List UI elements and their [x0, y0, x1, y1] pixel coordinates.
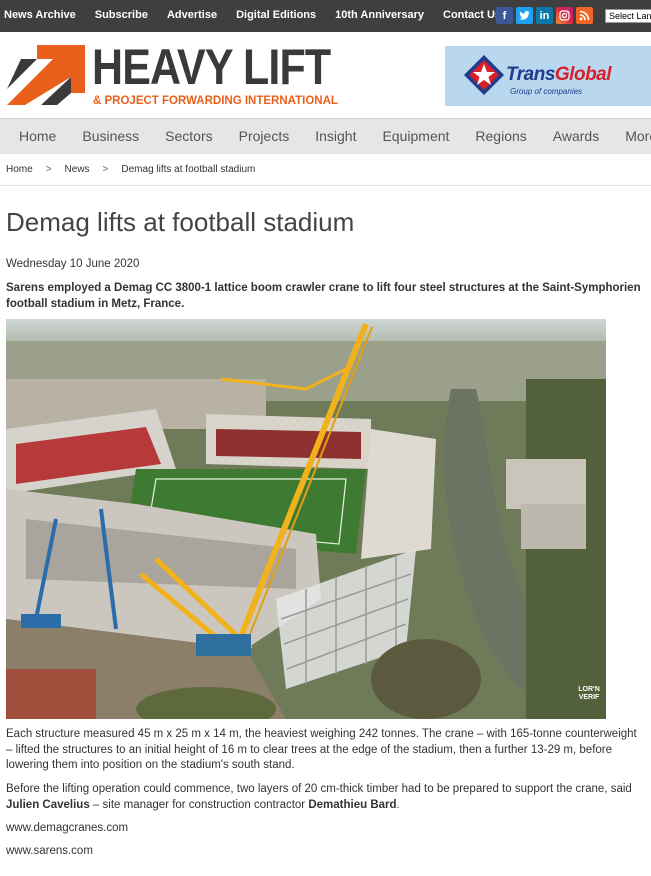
p2-text-start: Before the lifting operation could comme…	[6, 783, 632, 795]
top-link-subscribe[interactable]: Subscribe	[95, 9, 148, 21]
nav-item-projects[interactable]: Projects	[226, 119, 303, 155]
twitter-icon[interactable]	[516, 7, 533, 24]
breadcrumb-news[interactable]: News	[65, 164, 90, 175]
breadcrumb-current: Demag lifts at football stadium	[121, 164, 256, 175]
facebook-icon[interactable]: f	[496, 7, 513, 24]
transglobal-logo-icon	[464, 55, 504, 95]
top-link-news-archive[interactable]: News Archive	[4, 9, 76, 21]
breadcrumb-separator: >	[45, 164, 52, 175]
breadcrumb-separator: >	[102, 164, 109, 175]
photo-credit: LOR'N VERIF	[578, 686, 600, 701]
article-photo: LOR'N VERIF	[6, 319, 606, 719]
nav-item-regions[interactable]: Regions	[462, 119, 539, 155]
nav-item-sectors[interactable]: Sectors	[152, 119, 225, 155]
top-bar: News Archive Subscribe Advertise Digital…	[0, 0, 651, 32]
nav-item-awards[interactable]: Awards	[540, 119, 612, 155]
p2-person-name: Julien Cavelius	[6, 798, 90, 811]
link-demagcranes[interactable]: www.demagcranes.com	[6, 822, 128, 834]
linkedin-icon[interactable]: in	[536, 7, 553, 24]
link-sarens[interactable]: www.sarens.com	[6, 845, 93, 857]
p2-text-end: .	[396, 798, 400, 811]
transglobal-ad-banner[interactable]: TransGlobal Group of companies	[445, 46, 651, 106]
nav-item-home[interactable]: Home	[0, 119, 69, 155]
logo-mark-icon[interactable]	[7, 45, 85, 105]
ad-tagline: Group of companies	[510, 87, 583, 96]
top-link-advertise[interactable]: Advertise	[167, 9, 217, 21]
site-header: HEAVY LIFT & PROJECT FORWARDING INTERNAT…	[0, 32, 651, 118]
article-standfirst: Sarens employed a Demag CC 3800-1 lattic…	[6, 282, 641, 310]
logo-subtitle: & PROJECT FORWARDING INTERNATIONAL	[93, 95, 338, 107]
logo-title[interactable]: HEAVY LIFT	[92, 42, 331, 92]
social-icons: f in	[496, 7, 593, 24]
nav-item-insight[interactable]: Insight	[302, 119, 369, 155]
article-date: Wednesday 10 June 2020	[6, 258, 140, 270]
top-link-10th-anniversary[interactable]: 10th Anniversary	[335, 9, 424, 21]
nav-item-business[interactable]: Business	[69, 119, 152, 155]
ad-company-name: TransGlobal	[506, 64, 612, 86]
top-nav: News Archive Subscribe Advertise Digital…	[4, 9, 520, 21]
main-nav: Home Business Sectors Projects Insight E…	[0, 118, 651, 154]
nav-item-equipment[interactable]: Equipment	[369, 119, 462, 155]
breadcrumb-divider	[0, 185, 651, 186]
top-link-contact-us[interactable]: Contact Us	[443, 9, 501, 21]
p2-text-middle: – site manager for construction contract…	[89, 798, 309, 811]
rss-icon[interactable]	[576, 7, 593, 24]
ad-name-part2: Global	[554, 64, 612, 85]
article-paragraph-1: Each structure measured 45 m x 25 m x 14…	[6, 728, 637, 771]
article-title: Demag lifts at football stadium	[6, 207, 355, 237]
breadcrumb: Home > News > Demag lifts at football st…	[6, 164, 255, 175]
top-link-digital-editions[interactable]: Digital Editions	[236, 9, 316, 21]
p2-company-name: Demathieu Bard	[308, 798, 397, 811]
article-paragraph-2: Before the lifting operation could comme…	[6, 782, 646, 813]
ad-name-part1: Trans	[506, 64, 555, 85]
nav-item-more[interactable]: More	[612, 119, 651, 155]
instagram-icon[interactable]	[556, 7, 573, 24]
language-select[interactable]: Select Language	[605, 9, 651, 23]
breadcrumb-home[interactable]: Home	[6, 164, 33, 175]
